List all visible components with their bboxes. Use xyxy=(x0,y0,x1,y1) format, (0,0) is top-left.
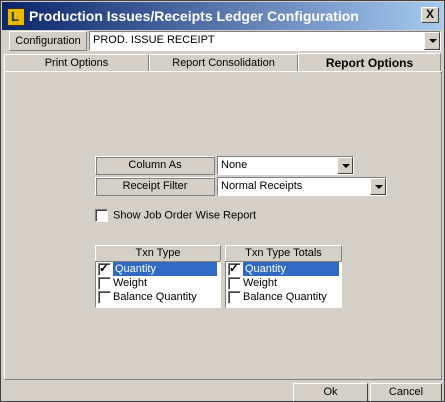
window-title: Production Issues/Receipts Ledger Config… xyxy=(29,8,359,24)
tab-report-options[interactable]: Report Options xyxy=(298,53,441,73)
receipt-filter-dropdown[interactable]: Normal Receipts xyxy=(217,177,387,196)
chevron-down-icon[interactable] xyxy=(337,157,353,174)
txn-type-totals-header: Txn Type Totals xyxy=(225,245,342,262)
checkbox-checked-icon[interactable] xyxy=(228,261,241,276)
list-item-label: Quantity xyxy=(113,262,217,276)
checkbox-checked-icon[interactable] xyxy=(98,261,111,276)
report-options-panel xyxy=(4,71,442,380)
configuration-value: PROD. ISSUE RECEIPT xyxy=(93,34,215,46)
txn-type-header: Txn Type xyxy=(95,245,221,262)
checkbox-icon[interactable] xyxy=(228,276,241,290)
list-item-label: Quantity xyxy=(243,262,339,276)
close-button[interactable]: X xyxy=(421,7,439,23)
checkbox-icon[interactable] xyxy=(95,209,108,222)
cancel-button[interactable]: Cancel xyxy=(370,383,442,402)
list-item-label: Balance Quantity xyxy=(243,291,327,303)
txn-type-list[interactable]: Quantity Weight Balance Quantity xyxy=(95,261,221,308)
list-item[interactable]: Balance Quantity xyxy=(226,290,341,304)
chevron-down-icon[interactable] xyxy=(424,32,440,50)
show-job-order-checkbox[interactable]: Show Job Order Wise Report xyxy=(95,209,256,222)
list-item[interactable]: Balance Quantity xyxy=(96,290,220,304)
ok-button[interactable]: Ok xyxy=(293,383,368,402)
column-as-value: None xyxy=(221,159,248,171)
receipt-filter-label: Receipt Filter xyxy=(95,177,215,196)
checkbox-icon[interactable] xyxy=(98,276,111,290)
list-item[interactable]: Weight xyxy=(226,276,341,290)
receipt-filter-value: Normal Receipts xyxy=(221,180,303,192)
column-as-label: Column As xyxy=(95,156,215,175)
txn-type-totals-list[interactable]: Quantity Weight Balance Quantity xyxy=(225,261,342,308)
chevron-down-icon[interactable] xyxy=(370,178,386,195)
list-item[interactable]: Quantity xyxy=(96,261,220,276)
checkbox-icon[interactable] xyxy=(98,290,111,304)
show-job-order-label: Show Job Order Wise Report xyxy=(113,209,257,222)
column-as-dropdown[interactable]: None xyxy=(217,156,354,175)
tab-print-options[interactable]: Print Options xyxy=(4,54,149,72)
tab-report-consolidation[interactable]: Report Consolidation xyxy=(149,54,298,72)
list-item[interactable]: Quantity xyxy=(226,261,341,276)
list-item-label: Weight xyxy=(113,277,148,289)
app-icon xyxy=(7,8,25,26)
list-item-label: Weight xyxy=(243,277,278,289)
title-bar[interactable]: Production Issues/Receipts Ledger Config… xyxy=(2,2,443,30)
configuration-label: Configuration xyxy=(9,31,87,51)
checkbox-icon[interactable] xyxy=(228,290,241,304)
list-item[interactable]: Weight xyxy=(96,276,220,290)
list-item-label: Balance Quantity xyxy=(113,291,197,303)
configuration-dropdown[interactable]: PROD. ISSUE RECEIPT xyxy=(89,31,441,51)
